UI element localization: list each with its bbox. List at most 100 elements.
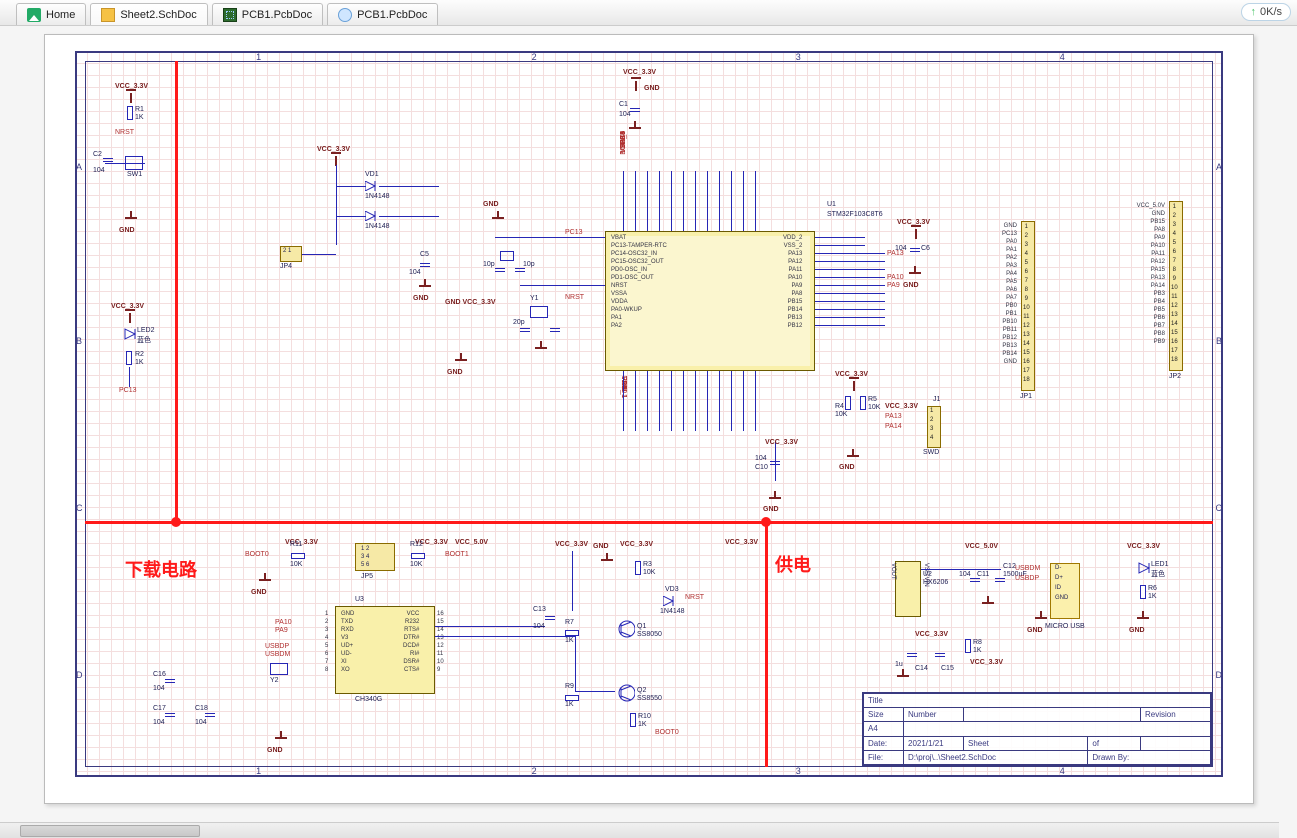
c14[interactable] <box>907 651 917 659</box>
vd3-ref: VD3 <box>665 586 679 593</box>
vcc-q-top: VCC_3.3V <box>725 539 758 546</box>
upload-arrow-icon: ↑ <box>1250 6 1256 18</box>
gnd-usb-lbl: GND <box>1027 627 1043 634</box>
vcc5-u3: VCC_5.0V <box>455 539 488 546</box>
swd-pins: 1234 <box>930 407 933 443</box>
u3-right-pins: VCCR232RTS#DTR#DCD#RI#DSR#CTS# <box>403 611 419 674</box>
r3[interactable] <box>635 561 641 575</box>
gnd-c6-lbl: GND <box>903 282 919 289</box>
wire-jp4 <box>302 254 336 255</box>
u3-usbdm: USBDM <box>265 651 290 658</box>
r3-ref: R3 <box>643 561 652 568</box>
u2-hx6206[interactable] <box>895 561 921 617</box>
vcc-led1: VCC_3.3V <box>1127 543 1160 550</box>
r2[interactable] <box>126 351 132 365</box>
c5-ref: C5 <box>420 251 429 258</box>
c1[interactable] <box>630 106 640 114</box>
transistor-q2[interactable] <box>615 683 635 703</box>
c14-ref: C14 <box>915 665 928 672</box>
c8[interactable] <box>550 326 560 334</box>
tb-rev-h: Revision <box>1141 708 1211 722</box>
tab-label: Home <box>46 9 75 21</box>
wire-vd <box>336 165 337 245</box>
scrollbar-thumb[interactable] <box>20 825 200 837</box>
u3-w1 <box>435 626 545 627</box>
usb-ref: MICRO USB <box>1045 623 1085 630</box>
r12-val: 10K <box>410 561 422 568</box>
c4[interactable] <box>495 266 505 274</box>
c15[interactable] <box>935 651 945 659</box>
r8[interactable] <box>965 639 971 653</box>
gnd-xtal2 <box>453 353 469 367</box>
gndvcc-lbl: GND VCC_3.3V <box>445 299 496 306</box>
r11[interactable] <box>291 553 305 559</box>
led2[interactable] <box>123 327 137 341</box>
vcc-top-label: VCC_3.3V <box>623 69 656 76</box>
crystal-y2b[interactable] <box>270 663 288 675</box>
r7-val: 1K <box>565 637 574 644</box>
zone-row-dr: D <box>1216 670 1223 680</box>
r4-ref: R4 <box>835 403 844 410</box>
r6[interactable] <box>1140 585 1146 599</box>
diode-vd2[interactable] <box>365 211 379 221</box>
led1[interactable] <box>1137 561 1151 575</box>
vcc33-out2: VCC_3.3V <box>970 659 1003 666</box>
gnd-c3 <box>417 279 433 293</box>
r1-ref: R1 <box>135 106 144 113</box>
r1[interactable] <box>127 106 133 120</box>
tab-pcb1-pcbdoc-alt[interactable]: PCB1.PcbDoc <box>327 3 438 25</box>
zone-row-ar: A <box>1216 162 1222 172</box>
c10[interactable] <box>770 459 780 467</box>
r12[interactable] <box>411 553 425 559</box>
boot0-lbl: BOOT0 <box>245 551 269 558</box>
gnd-jp5 <box>257 573 273 587</box>
zone-col-2: 2 <box>532 52 537 62</box>
sw1[interactable] <box>125 156 143 170</box>
c17[interactable] <box>165 711 175 719</box>
usb-connector[interactable] <box>1050 563 1080 619</box>
c18[interactable] <box>205 711 215 719</box>
gnd-swd <box>845 449 861 463</box>
r4[interactable] <box>845 396 851 410</box>
gnd-out <box>895 669 911 683</box>
gnd-c10-lbl: GND <box>763 506 779 513</box>
c6[interactable] <box>910 246 920 254</box>
vd1-val: 1N4148 <box>365 193 390 200</box>
r9-val: 1K <box>565 701 574 708</box>
gnd-xtal2-lbl: GND <box>447 369 463 376</box>
u3-w2 <box>435 636 575 637</box>
tab-sheet2-schdoc[interactable]: Sheet2.SchDoc <box>90 3 207 25</box>
web-doc-icon <box>338 8 352 22</box>
nrst2: NRST <box>685 594 704 601</box>
zone-row-br: B <box>1216 336 1222 346</box>
c13[interactable] <box>545 614 555 622</box>
c3-val: 104 <box>409 269 421 276</box>
r6-val: 1K <box>1148 593 1157 600</box>
crystal-y2[interactable] <box>500 251 514 261</box>
gnd-c6 <box>907 266 923 280</box>
tab-home[interactable]: Home <box>16 3 86 25</box>
crystal-y1[interactable] <box>530 306 548 318</box>
c16[interactable] <box>165 677 175 685</box>
transistor-q1[interactable] <box>615 619 635 639</box>
tb-drawn-h: Drawn By: <box>1088 750 1211 764</box>
tb-file-h: File: <box>864 750 904 764</box>
q1-val: SS8050 <box>637 631 662 638</box>
diode-vd1[interactable] <box>365 181 379 191</box>
c7[interactable] <box>520 326 530 334</box>
horizontal-scrollbar[interactable] <box>0 822 1279 838</box>
zone-row-c: C <box>76 503 83 513</box>
net-nrst: NRST <box>565 294 584 301</box>
zone-col-1b: 1 <box>256 766 261 776</box>
r7[interactable] <box>565 630 579 636</box>
j1-ref: J1 <box>933 396 940 403</box>
schematic-canvas[interactable]: 1 2 3 4 1 2 3 4 A B C D A B C D 下载电路 供电 … <box>44 34 1254 804</box>
net-pc13: PC13 <box>565 229 583 236</box>
diode-vd3[interactable] <box>663 596 677 606</box>
c3[interactable] <box>420 261 430 269</box>
r5[interactable] <box>860 396 866 410</box>
tab-pcb1-pcbdoc[interactable]: PCB1.PcbDoc <box>212 3 323 25</box>
c2[interactable] <box>103 156 113 164</box>
r10[interactable] <box>630 713 636 727</box>
vcc-r4-sym <box>853 381 855 391</box>
